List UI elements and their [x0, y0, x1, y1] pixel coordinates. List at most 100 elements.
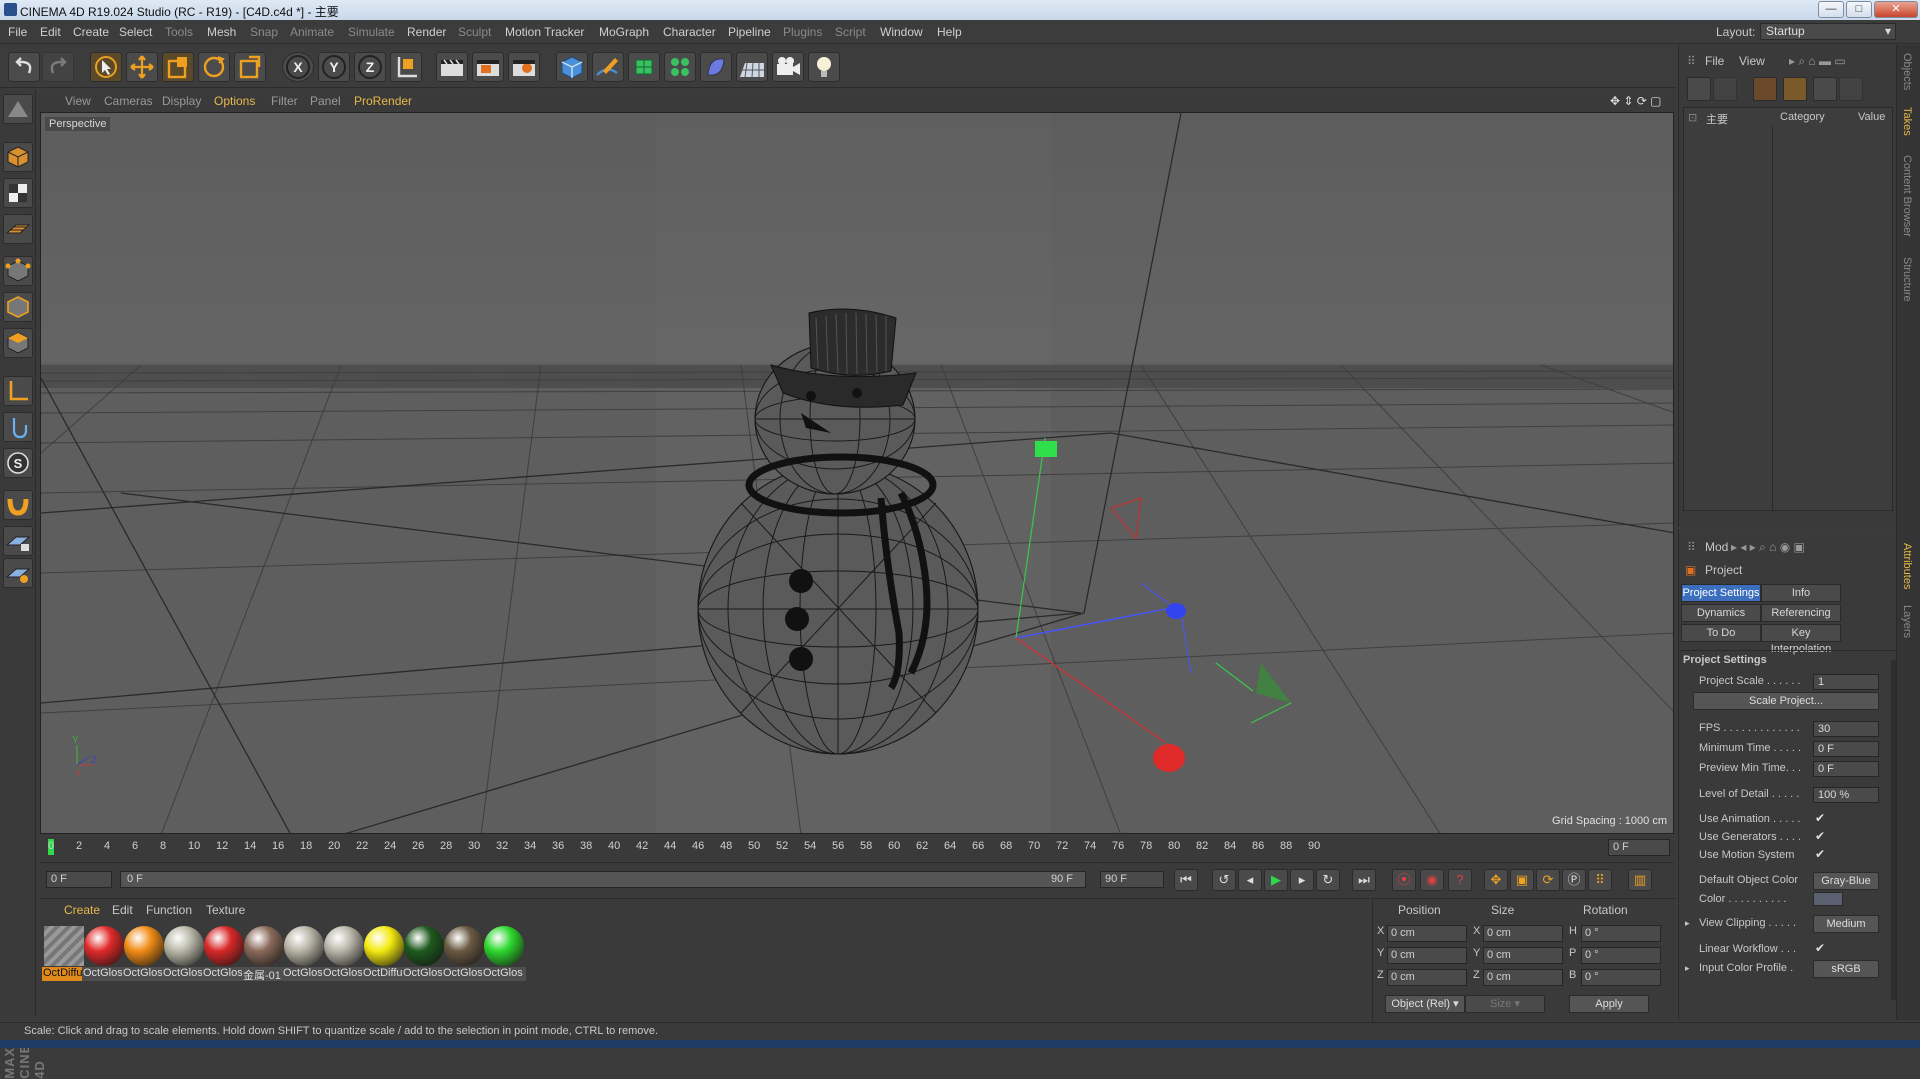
- min-time-field[interactable]: 0 F: [1813, 741, 1879, 757]
- side-tab-layers[interactable]: Layers: [1901, 605, 1913, 638]
- view-clipping-select[interactable]: Medium: [1813, 915, 1879, 933]
- viewport-menu-filter[interactable]: Filter: [271, 94, 298, 108]
- tab-key-interpolation[interactable]: Key Interpolation: [1761, 624, 1841, 655]
- menu-motion-tracker[interactable]: Motion Tracker: [505, 25, 584, 39]
- linear-workflow-checkbox[interactable]: ✔: [1815, 941, 1825, 955]
- menu-select[interactable]: Select: [119, 25, 152, 39]
- menu-sculpt[interactable]: Sculpt: [458, 25, 491, 39]
- rotation-field[interactable]: 0 °: [1581, 969, 1661, 986]
- takes-main-label[interactable]: 主要: [1706, 111, 1728, 127]
- input-profile-select[interactable]: sRGB: [1813, 960, 1879, 978]
- material-swatch[interactable]: 金属-01: [242, 924, 286, 982]
- apply-button[interactable]: Apply: [1569, 995, 1649, 1013]
- move-icon[interactable]: [126, 52, 158, 82]
- last-tool-icon[interactable]: [234, 52, 266, 82]
- next-frame-icon[interactable]: ▸: [1290, 869, 1314, 891]
- key-position-icon[interactable]: ✥: [1484, 869, 1508, 891]
- material-menu-create[interactable]: Create: [64, 903, 100, 917]
- menu-animate[interactable]: Animate: [290, 25, 334, 39]
- pen-icon[interactable]: [592, 52, 624, 82]
- color-swatch[interactable]: [1813, 892, 1843, 906]
- preview-min-field[interactable]: 0 F: [1813, 761, 1879, 777]
- texture-mode-icon[interactable]: [3, 178, 33, 208]
- cube-icon[interactable]: [556, 52, 588, 82]
- use-animation-checkbox[interactable]: ✔: [1815, 811, 1825, 825]
- take-add-icon[interactable]: [1687, 77, 1711, 101]
- edges-mode-icon[interactable]: [3, 292, 33, 322]
- rotation-field[interactable]: 0 °: [1581, 947, 1661, 964]
- menu-window[interactable]: Window: [880, 25, 923, 39]
- material-swatch[interactable]: OctGlos: [282, 924, 326, 982]
- world-coords-icon[interactable]: [390, 52, 422, 82]
- side-tab-content-browser[interactable]: Content Browser: [1901, 155, 1913, 237]
- select-icon[interactable]: [90, 52, 122, 82]
- size-field[interactable]: 0 cm: [1483, 925, 1563, 942]
- menu-pipeline[interactable]: Pipeline: [728, 25, 771, 39]
- tab-dynamics[interactable]: Dynamics: [1681, 604, 1761, 622]
- menu-render[interactable]: Render: [407, 25, 446, 39]
- next-key-icon[interactable]: ↻: [1316, 869, 1340, 891]
- timeline-ruler[interactable]: 0 2 4 6 8 10 12 14 16 18 20 22 24 26 28 30 32 34 36 38 40 42 4…: [40, 836, 1674, 860]
- material-swatch[interactable]: OctDiffu: [362, 924, 406, 982]
- tab-info[interactable]: Info: [1761, 584, 1841, 602]
- close-button[interactable]: ✕: [1874, 1, 1918, 18]
- viewport-menu-view[interactable]: View: [65, 94, 91, 108]
- make-editable-icon[interactable]: [3, 94, 33, 124]
- side-tab-objects[interactable]: Objects: [1901, 53, 1913, 90]
- override-icon[interactable]: [1753, 77, 1777, 101]
- x-axis-icon[interactable]: X: [282, 52, 314, 82]
- coord-size-select[interactable]: Size ▾: [1465, 995, 1545, 1013]
- rotate-icon[interactable]: [198, 52, 230, 82]
- use-generators-checkbox[interactable]: ✔: [1815, 829, 1825, 843]
- lod-field[interactable]: 100 %: [1813, 787, 1879, 803]
- menu-snap[interactable]: Snap: [250, 25, 278, 39]
- subdivision-icon[interactable]: [628, 52, 660, 82]
- viewport-menu-prorender[interactable]: ProRender: [354, 94, 412, 108]
- deformer-icon[interactable]: [700, 52, 732, 82]
- key-rotation-icon[interactable]: ⟳: [1536, 869, 1560, 891]
- preview-range-slider[interactable]: 0 F 90 F: [120, 871, 1086, 888]
- menu-create[interactable]: Create: [73, 25, 109, 39]
- goto-start-icon[interactable]: ⏮: [1174, 869, 1198, 891]
- position-field[interactable]: 0 cm: [1387, 969, 1467, 986]
- minimize-button[interactable]: —: [1818, 1, 1844, 18]
- fps-field[interactable]: 30: [1813, 721, 1879, 737]
- tab-to-do[interactable]: To Do: [1681, 624, 1761, 642]
- axis-mode-icon[interactable]: [3, 376, 33, 406]
- material-swatch[interactable]: OctGlos: [82, 924, 126, 982]
- object-menu-file[interactable]: File: [1705, 54, 1724, 68]
- material-swatch[interactable]: OctGlos: [442, 924, 486, 982]
- menu-simulate[interactable]: Simulate: [348, 25, 395, 39]
- attributes-mode-menu[interactable]: Mod: [1705, 540, 1728, 554]
- material-menu-edit[interactable]: Edit: [112, 903, 133, 917]
- lock-workplane-icon[interactable]: [3, 526, 33, 556]
- layout-select[interactable]: Startup ▾: [1760, 23, 1896, 40]
- tab-referencing[interactable]: Referencing: [1761, 604, 1841, 622]
- viewport-camera-label[interactable]: Perspective: [45, 117, 111, 131]
- tweak-mode-icon[interactable]: [3, 412, 33, 442]
- snap-icon[interactable]: S: [3, 448, 33, 478]
- menu-mograph[interactable]: MoGraph: [599, 25, 649, 39]
- takes-list[interactable]: ⊡ 主要 Category Value: [1683, 107, 1893, 511]
- record-keys-icon[interactable]: ⦿: [1392, 869, 1416, 891]
- rotation-field[interactable]: 0 °: [1581, 925, 1661, 942]
- view-clipping-expand-icon[interactable]: ▸: [1685, 918, 1690, 929]
- material-swatch[interactable]: OctGlos: [322, 924, 366, 982]
- input-profile-expand-icon[interactable]: ▸: [1685, 963, 1690, 974]
- coord-mode-select[interactable]: Object (Rel) ▾: [1385, 995, 1465, 1013]
- prev-key-icon[interactable]: ↺: [1212, 869, 1236, 891]
- project-scale-field[interactable]: 1: [1813, 674, 1879, 690]
- model-mode-icon[interactable]: [3, 142, 33, 172]
- key-scale-icon[interactable]: ▣: [1510, 869, 1534, 891]
- take-group-icon[interactable]: [1783, 77, 1807, 101]
- light-icon[interactable]: [808, 52, 840, 82]
- cloner-icon[interactable]: [664, 52, 696, 82]
- key-point-level-icon[interactable]: ⠿: [1588, 869, 1612, 891]
- menu-script[interactable]: Script: [835, 25, 866, 39]
- side-tab-structure[interactable]: Structure: [1901, 257, 1913, 302]
- scale-icon[interactable]: [162, 52, 194, 82]
- menu-mesh[interactable]: Mesh: [207, 25, 236, 39]
- position-field[interactable]: 0 cm: [1387, 925, 1467, 942]
- size-field[interactable]: 0 cm: [1483, 947, 1563, 964]
- render-view-icon[interactable]: [436, 52, 468, 82]
